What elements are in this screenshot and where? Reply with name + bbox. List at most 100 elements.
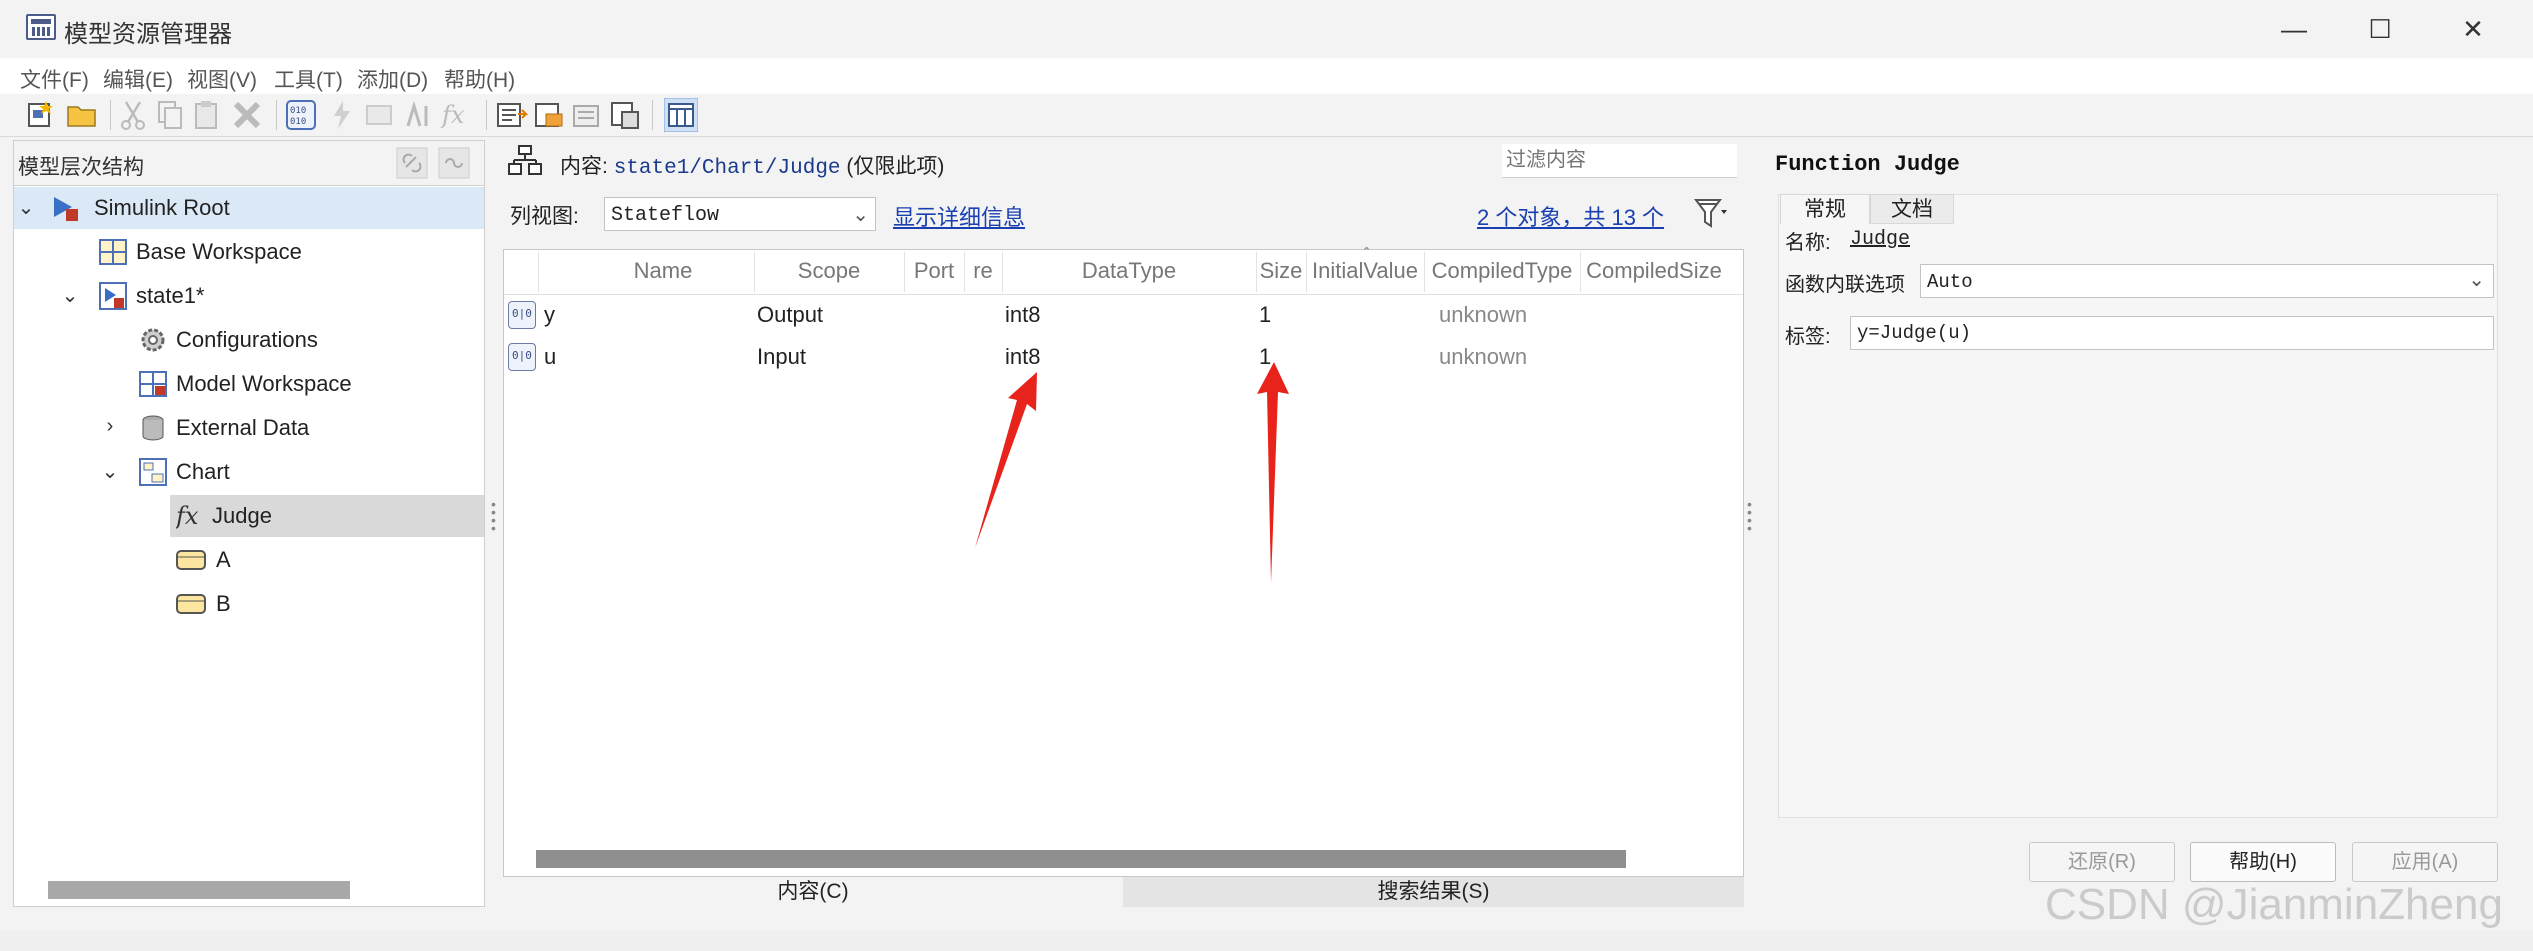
- tab-search-results[interactable]: 搜索结果(S): [1123, 877, 1744, 907]
- chevron-right-icon[interactable]: ›: [100, 415, 120, 438]
- menu-help[interactable]: 帮助(H): [444, 64, 515, 94]
- link-icon[interactable]: [396, 147, 428, 179]
- tree-node-b[interactable]: B: [14, 583, 484, 625]
- svg-text:fx: fx: [440, 101, 465, 129]
- content-path-label: 内容: state1/Chart/Judge (仅限此项): [560, 150, 944, 180]
- name-label: 名称:: [1785, 232, 1831, 254]
- chart-icon: [139, 458, 167, 486]
- cell-datatype: int8: [1005, 302, 1041, 327]
- add-param-orange-icon[interactable]: [532, 98, 566, 132]
- add-signal-icon[interactable]: [494, 98, 528, 132]
- tree-node-label: External Data: [176, 415, 310, 440]
- add-data-icon[interactable]: 010010: [284, 98, 318, 132]
- table-row[interactable]: y Output int8 1 unknown: [504, 294, 1743, 336]
- chevron-down-icon: ⌄: [852, 204, 869, 226]
- cut-icon[interactable]: [116, 98, 150, 132]
- column-header-size[interactable]: Size: [1256, 258, 1306, 284]
- column-header-name[interactable]: Name: [538, 258, 788, 284]
- add-message-icon[interactable]: [362, 98, 396, 132]
- open-icon[interactable]: [65, 98, 99, 132]
- function-icon: fx: [176, 502, 199, 530]
- cell-compiledtype: unknown: [1439, 302, 1528, 327]
- copy-icon[interactable]: [153, 98, 187, 132]
- column-header-scope[interactable]: Scope: [754, 258, 904, 284]
- hierarchy-icon: [508, 145, 542, 175]
- gear-icon: [141, 328, 165, 352]
- column-header-compiledtype[interactable]: CompiledType: [1424, 258, 1580, 284]
- filter-input[interactable]: [1502, 144, 1737, 178]
- tree-node-label: Model Workspace: [176, 371, 352, 396]
- view-label: 列视图:: [510, 205, 579, 228]
- add-port-icon[interactable]: [570, 98, 604, 132]
- chevron-down-icon[interactable]: ⌄: [100, 459, 120, 484]
- unlink-icon[interactable]: [438, 147, 470, 179]
- name-link[interactable]: Judge: [1850, 228, 1910, 251]
- menu-view[interactable]: 视图(V): [187, 64, 257, 94]
- table-scrollbar[interactable]: [536, 850, 1626, 868]
- inline-option-value: Auto: [1927, 271, 1973, 293]
- apply-button[interactable]: 应用(A): [2352, 842, 2498, 882]
- show-details-link[interactable]: 显示详细信息: [893, 200, 1025, 232]
- tree-node-chart[interactable]: ⌄ Chart: [14, 451, 484, 493]
- new-model-icon[interactable]: [24, 98, 58, 132]
- splitter-handle[interactable]: • • • •: [1747, 497, 1752, 535]
- add-event-icon[interactable]: [325, 98, 359, 132]
- tab-documentation[interactable]: 文档: [1870, 194, 1954, 224]
- column-header-port[interactable]: Port: [904, 258, 964, 284]
- filter-icon[interactable]: [1693, 196, 1729, 230]
- simulink-root-icon: [54, 197, 78, 221]
- model-hierarchy-pane: 模型层次结构 ⌄ Simulink Root Base Workspace ⌄ …: [13, 140, 485, 907]
- cell-size: 1: [1259, 302, 1272, 327]
- hierarchy-scrollbar[interactable]: [48, 881, 350, 899]
- revert-button[interactable]: 还原(R): [2029, 842, 2175, 882]
- help-button[interactable]: 帮助(H): [2190, 842, 2336, 882]
- tree-node-label: Configurations: [176, 327, 318, 352]
- menu-add[interactable]: 添加(D): [357, 64, 428, 94]
- tree-node-state1[interactable]: ⌄ state1*: [14, 275, 484, 317]
- view-select-value: Stateflow: [611, 204, 720, 227]
- minimize-button[interactable]: —: [2264, 8, 2324, 50]
- paste-icon[interactable]: [190, 98, 224, 132]
- view-select[interactable]: Stateflow ⌄: [604, 197, 876, 231]
- tag-input[interactable]: [1850, 316, 2494, 350]
- tree-node-label: Chart: [176, 459, 230, 484]
- tab-content[interactable]: 内容(C): [503, 877, 1123, 907]
- tree-node-configurations[interactable]: Configurations: [14, 319, 484, 361]
- properties-title: Function Judge: [1775, 152, 1960, 177]
- tag-label: 标签:: [1785, 326, 1831, 348]
- add-function-icon[interactable]: fx: [440, 98, 474, 132]
- cell-compiledtype: unknown: [1439, 344, 1528, 369]
- column-header-truncated[interactable]: re: [964, 258, 1002, 284]
- cell-name: y: [544, 302, 555, 327]
- table-row[interactable]: u Input int8 1 unknown: [504, 336, 1743, 378]
- tab-general[interactable]: 常规: [1780, 194, 1870, 224]
- splitter-handle[interactable]: • • • •: [491, 497, 496, 535]
- cell-scope: Input: [757, 344, 806, 369]
- chevron-down-icon[interactable]: ⌄: [16, 195, 36, 220]
- menu-file[interactable]: 文件(F): [20, 64, 89, 94]
- show-columns-icon[interactable]: [664, 98, 698, 132]
- tree-node-simulink-root[interactable]: ⌄ Simulink Root: [14, 187, 484, 229]
- object-count-link[interactable]: 2 个对象，共 13 个: [1477, 200, 1664, 232]
- hierarchy-header: 模型层次结构: [14, 141, 484, 186]
- menu-tools[interactable]: 工具(T): [274, 64, 343, 94]
- delete-icon[interactable]: [230, 98, 264, 132]
- add-bus-icon[interactable]: [608, 98, 642, 132]
- inline-option-select[interactable]: Auto ⌄: [1920, 264, 2494, 298]
- column-header-compiledsize[interactable]: CompiledSize: [1580, 258, 1728, 284]
- chevron-down-icon[interactable]: ⌄: [60, 283, 80, 308]
- data-icon: [508, 343, 536, 371]
- content-prefix: 内容:: [560, 155, 608, 178]
- menu-edit[interactable]: 编辑(E): [103, 64, 173, 94]
- add-parameter-icon[interactable]: [400, 98, 434, 132]
- tree-node-external-data[interactable]: › External Data: [14, 407, 484, 449]
- tree-node-judge[interactable]: fx Judge: [170, 495, 484, 537]
- column-header-datatype[interactable]: DataType: [1002, 258, 1256, 284]
- tree-node-a[interactable]: A: [14, 539, 484, 581]
- svg-text:fx: fx: [176, 502, 199, 530]
- tree-node-model-workspace[interactable]: Model Workspace: [14, 363, 484, 405]
- maximize-button[interactable]: ☐: [2350, 8, 2410, 50]
- tree-node-base-workspace[interactable]: Base Workspace: [14, 231, 484, 273]
- close-button[interactable]: ✕: [2443, 8, 2503, 50]
- tree-node-label: B: [216, 591, 231, 616]
